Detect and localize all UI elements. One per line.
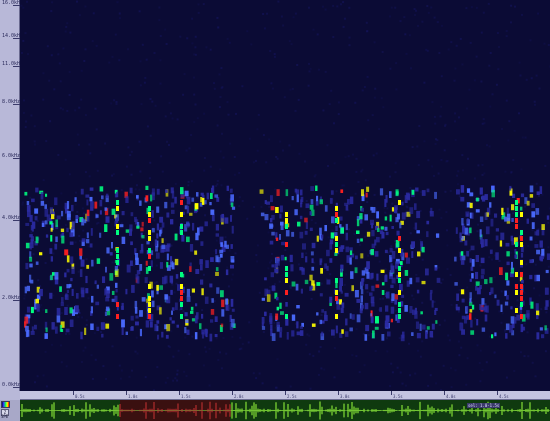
color-palette-swatch[interactable]: [1, 401, 10, 408]
spectrogram-canvas[interactable]: [20, 0, 550, 391]
time-tick: [73, 391, 74, 395]
freq-tick: [13, 38, 20, 39]
spectrogram-view[interactable]: [20, 0, 550, 391]
time-label: 0.5s: [75, 394, 85, 399]
time-label: 1.0s: [128, 394, 138, 399]
freq-tick: [13, 220, 20, 221]
time-tick: [179, 391, 180, 395]
time-label: 1.5s: [181, 394, 191, 399]
spectrum-mode-label[interactable]: SPE: [1, 415, 8, 419]
time-tick: [285, 391, 286, 395]
freq-tick: [13, 5, 20, 6]
freq-tick: [13, 158, 20, 159]
time-label: 4.5s: [499, 394, 509, 399]
frequency-ruler: 16.0kHz 14.0kHz 11.0kHz 8.0kHz 6.0kHz 4.…: [0, 0, 23, 391]
time-tick: [338, 391, 339, 395]
audio-analyzer-window: 16.0kHz 14.0kHz 11.0kHz 8.0kHz 6.0kHz 4.…: [0, 0, 550, 421]
time-label: 3.0s: [340, 394, 350, 399]
freq-tick: [13, 104, 20, 105]
selection-label: sel: 1.0-1.5s: [467, 403, 501, 408]
time-tick: [444, 391, 445, 395]
freq-tick: [13, 387, 20, 388]
time-label: 3.5s: [393, 394, 403, 399]
time-tick: [497, 391, 498, 395]
left-controls: Z SPE: [0, 400, 20, 421]
time-tick: [391, 391, 392, 395]
time-ruler: 0.5s 1.0s 1.5s 2.0s 2.5s 3.0s 3.5s 4.0s 4.5s: [20, 391, 550, 400]
time-label: 2.5s: [287, 394, 297, 399]
signal-energy: [24, 185, 550, 342]
freq-tick: [13, 66, 20, 67]
freq-tick: [13, 300, 20, 301]
time-tick: [126, 391, 127, 395]
time-tick: [232, 391, 233, 395]
time-label: 4.0s: [446, 394, 456, 399]
time-label: 2.0s: [234, 394, 244, 399]
